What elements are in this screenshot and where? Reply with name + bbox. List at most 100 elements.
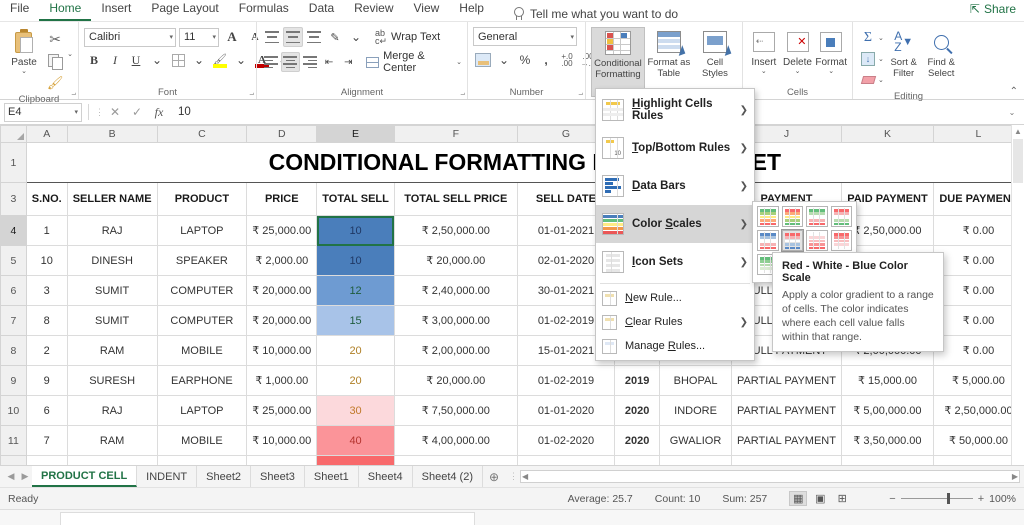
row-header-11[interactable]: 11 [0, 425, 27, 456]
cell-city[interactable]: INDORE [659, 395, 732, 426]
cell-payment[interactable]: PARTIAL PAYMENT [730, 395, 842, 426]
cell-product[interactable]: LAPTOP [156, 395, 248, 426]
cell-due-payment[interactable]: ₹ 0.00 [932, 335, 1024, 366]
cell-total-sell[interactable]: 30 [316, 395, 395, 426]
ribbon-tab-help[interactable]: Help [449, 0, 494, 21]
cell-total-sell[interactable]: 10 [316, 245, 395, 276]
sheet-tab-sheet2[interactable]: Sheet2 [197, 466, 251, 487]
tab-split-grip[interactable]: ⋮ [509, 471, 518, 482]
color-scale-swatch-blue-white-red-color-scale[interactable] [757, 230, 779, 251]
scroll-tabs-left-icon[interactable]: ◀ [4, 471, 18, 482]
fill-color-dropdown-icon[interactable]: ⌄ [231, 50, 251, 70]
cell-city[interactable]: GWALIOR [659, 425, 732, 456]
cut-button[interactable]: ✂ [45, 29, 65, 49]
insert-cells-button[interactable]: ⇠ Insert ⌄ [748, 27, 780, 75]
col-head-seller-name[interactable]: SELLER NAME [66, 182, 158, 216]
scroll-tabs-right-icon[interactable]: ▶ [18, 471, 32, 482]
cf-menu-item-manage-rules[interactable]: Manage Rules... [596, 334, 754, 358]
underline-button[interactable]: U [126, 50, 146, 70]
color-scale-swatch-red-yellow-green-color-scale[interactable] [781, 206, 803, 227]
scroll-up-icon[interactable]: ▲ [1012, 125, 1024, 138]
cell-city[interactable]: BHOPAL [659, 455, 732, 465]
color-scale-swatch-red-white-color-scale[interactable] [830, 230, 852, 251]
cell-total-sell-price[interactable]: ₹ 2,40,000.00 [393, 275, 518, 306]
row-header-3[interactable]: 3 [0, 182, 27, 216]
borders-button[interactable] [168, 50, 188, 70]
cell-product[interactable]: SPEAKER [156, 245, 248, 276]
comma-style-button[interactable]: , [536, 50, 556, 70]
underline-dropdown-icon[interactable]: ⌄ [147, 50, 167, 70]
cell-product[interactable]: COMPUTER [156, 275, 248, 306]
cell-total-sell[interactable]: 20 [316, 335, 395, 366]
cell-seller-name[interactable]: SURESH [66, 365, 158, 396]
col-head-total-sell-price[interactable]: TOTAL SELL PRICE [393, 182, 518, 216]
cell-product[interactable]: EARPHONE [156, 455, 248, 465]
number-format-combo[interactable]: General ▾ [473, 27, 577, 46]
cell-price[interactable]: ₹ 10,000.00 [246, 335, 318, 366]
font-name-combo[interactable]: Calibri ▾ [84, 27, 176, 47]
wrap-text-button[interactable]: ab c↵ Wrap Text [375, 29, 440, 46]
row-header-5[interactable]: 5 [0, 245, 27, 276]
ribbon-tab-insert[interactable]: Insert [91, 0, 141, 21]
col-head-sno[interactable]: S.NO. [25, 182, 68, 216]
cell-sell-date[interactable]: 12-01-2021 [516, 455, 616, 465]
column-header-k[interactable]: K [840, 125, 934, 143]
paste-button[interactable]: Paste ⌄ [5, 27, 43, 75]
confirm-edit-button[interactable]: ✓ [126, 105, 148, 119]
cell-sno[interactable]: 9 [25, 365, 68, 396]
cell-total-sell[interactable]: 50 [316, 455, 395, 465]
color-scale-swatch-green-white-red-color-scale[interactable] [806, 206, 828, 227]
align-center-button[interactable] [281, 52, 300, 72]
color-scale-swatch-red-white-blue-color-scale[interactable] [780, 229, 804, 252]
sheet-tab-sheet4-2[interactable]: Sheet4 (2) [413, 466, 483, 487]
zoom-slider[interactable] [900, 493, 973, 504]
scroll-right-icon[interactable]: ▶ [1012, 471, 1018, 483]
col-head-product[interactable]: PRODUCT [156, 182, 248, 216]
ribbon-tab-review[interactable]: Review [344, 0, 403, 21]
cell-sell-date[interactable]: 01-01-2020 [516, 395, 616, 426]
bold-button[interactable]: B [84, 50, 104, 70]
merge-center-button[interactable]: Merge & Center ⌄ [366, 50, 462, 74]
cell-total-sell[interactable]: 20 [316, 365, 395, 396]
cell-paid-payment[interactable]: ₹ 15,000.00 [840, 365, 934, 396]
cell-product[interactable]: MOBILE [156, 335, 248, 366]
cell-total-sell-price[interactable]: ₹ 3,00,000.00 [393, 305, 518, 336]
cell-total-sell-price[interactable]: ₹ 50,000.00 [393, 455, 518, 465]
row-header-8[interactable]: 8 [0, 335, 27, 366]
accounting-format-button[interactable] [473, 50, 493, 70]
ribbon-tab-view[interactable]: View [404, 0, 450, 21]
cell-product[interactable]: LAPTOP [156, 215, 248, 246]
clear-dropdown-icon[interactable]: ⌄ [878, 77, 884, 84]
cell-due-payment[interactable]: ₹ 5,000.00 [932, 365, 1024, 396]
increase-decimal-button[interactable]: +.0.00 [557, 50, 577, 70]
zoom-slider-knob[interactable] [946, 493, 950, 504]
cell-year[interactable]: 2021 [614, 455, 661, 465]
row-header-10[interactable]: 10 [0, 395, 27, 426]
cell-due-payment[interactable]: ₹ 0.00 [932, 305, 1024, 336]
column-header-f[interactable]: F [393, 125, 518, 143]
cell-price[interactable]: ₹ 1,000.00 [246, 365, 318, 396]
cf-menu-item-new-rule[interactable]: New Rule... [596, 286, 754, 310]
column-header-b[interactable]: B [66, 125, 158, 143]
column-header-l[interactable]: L [932, 125, 1024, 143]
cell-price[interactable]: ₹ 1,000.00 [246, 455, 318, 465]
align-bottom-button[interactable] [304, 27, 324, 47]
formula-input[interactable]: 10 [170, 103, 1004, 122]
decrease-indent-button[interactable]: ⇤ [320, 52, 338, 72]
italic-button[interactable]: I [105, 50, 125, 70]
cell-sno[interactable]: 8 [25, 305, 68, 336]
borders-dropdown-icon[interactable]: ⌄ [189, 50, 209, 70]
fill-color-button[interactable]: 🖌 [210, 50, 230, 70]
number-dialog-launcher[interactable] [574, 90, 583, 99]
cell-year[interactable]: 2020 [614, 425, 661, 456]
cell-price[interactable]: ₹ 25,000.00 [246, 395, 318, 426]
cell-seller-name[interactable]: SUMIT [66, 275, 158, 306]
cell-price[interactable]: ₹ 10,000.00 [246, 425, 318, 456]
sheet-title-cell[interactable]: CONDITIONAL FORMATTING IN EXCEL SHEET [25, 142, 1024, 183]
cell-city[interactable]: BHOPAL [659, 365, 732, 396]
orientation-button[interactable]: ✎ [325, 27, 345, 47]
collapse-ribbon-button[interactable]: ⌃ [1010, 86, 1018, 97]
font-size-combo[interactable]: 11 ▾ [179, 27, 219, 47]
fill-button[interactable]: ↓ [858, 49, 878, 69]
cell-total-sell[interactable]: 15 [316, 305, 395, 336]
